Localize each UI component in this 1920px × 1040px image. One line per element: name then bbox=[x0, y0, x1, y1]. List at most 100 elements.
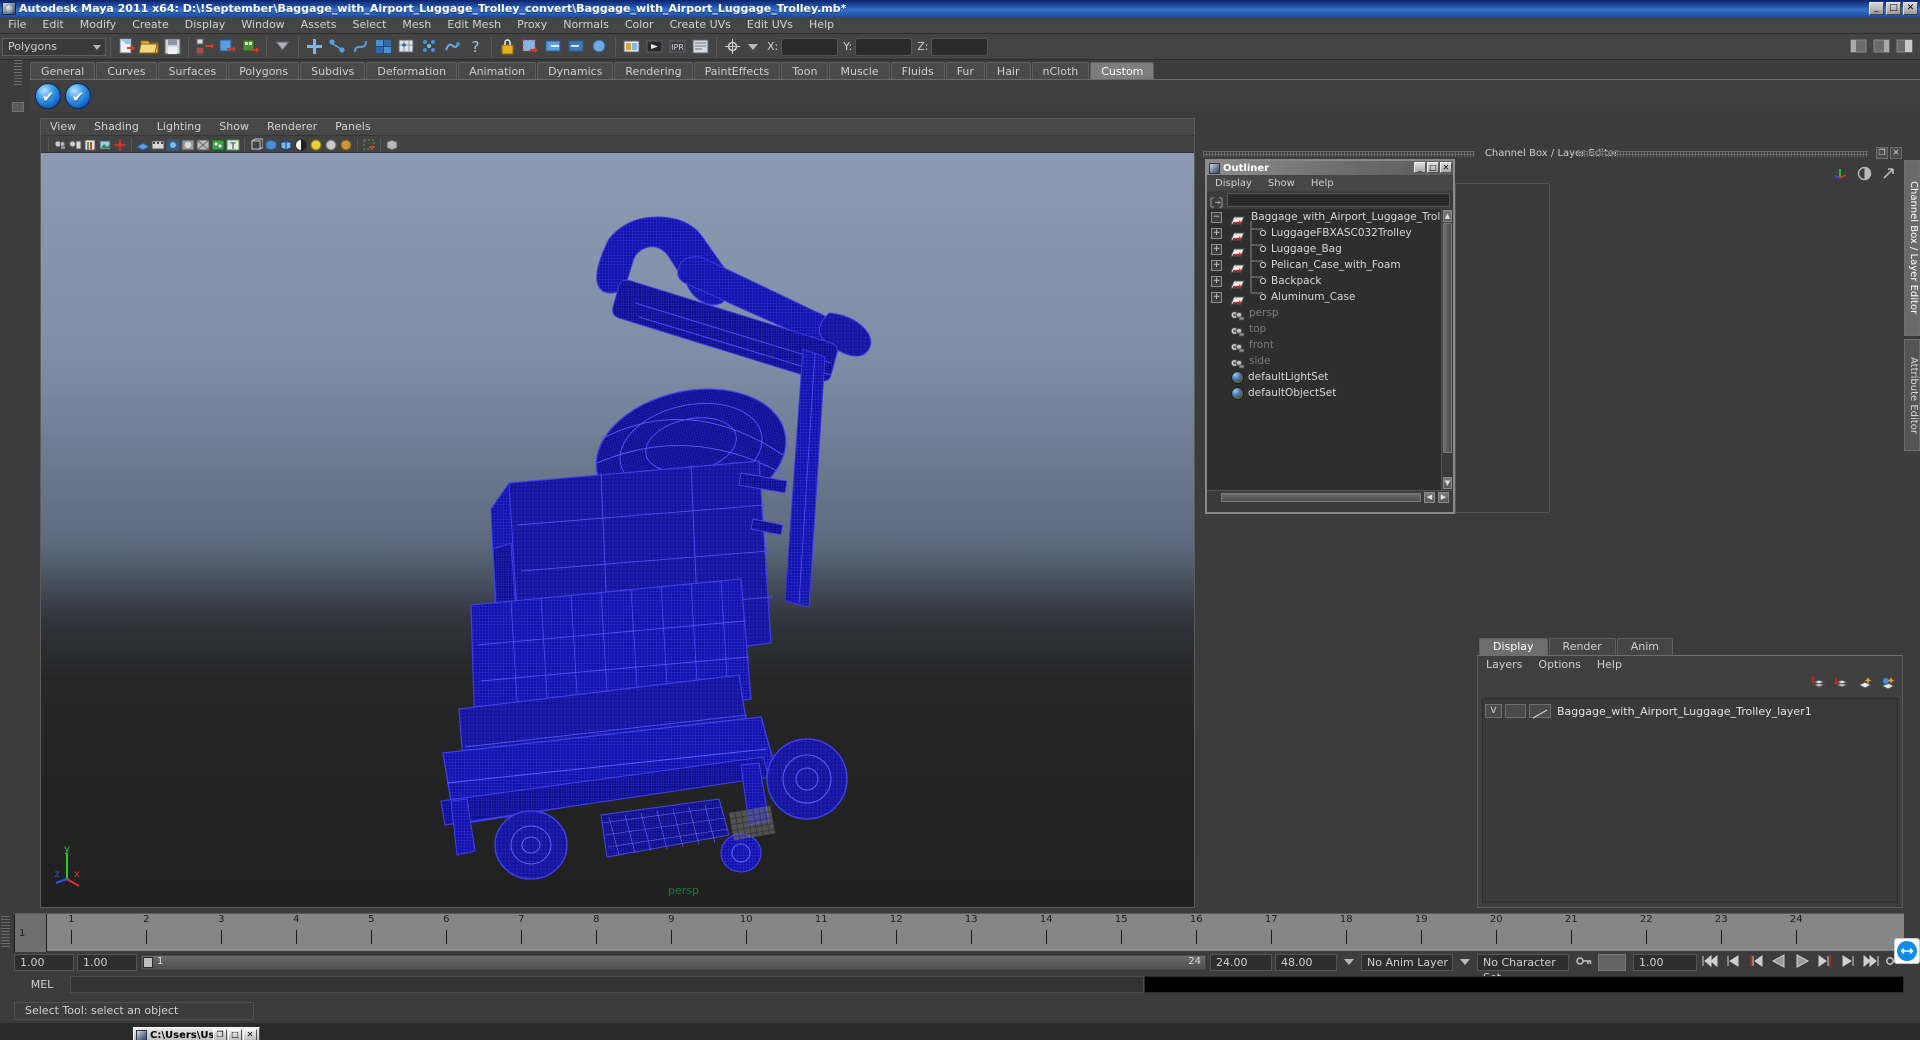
show-hide-channel-box-icon[interactable] bbox=[1894, 36, 1915, 57]
outliner-horizontal-scrollbar[interactable]: ◀ ▶ bbox=[1207, 490, 1453, 504]
outliner-item-default-light-set[interactable]: defaultLightSet bbox=[1207, 369, 1453, 385]
shelf-tab-hair[interactable]: Hair bbox=[985, 62, 1031, 80]
outliner-scroll-thumb[interactable] bbox=[1443, 223, 1452, 453]
dock-grip-right[interactable] bbox=[1578, 151, 1868, 157]
menu-window[interactable]: Window bbox=[233, 17, 292, 33]
wireframe-shading-icon[interactable] bbox=[249, 137, 264, 151]
snap-to-uv-icon[interactable] bbox=[396, 36, 417, 57]
grid-toggle-icon[interactable] bbox=[136, 137, 150, 151]
expander-collapse-icon[interactable]: − bbox=[1211, 211, 1222, 223]
shelf-tab-ncloth[interactable]: nCloth bbox=[1031, 62, 1090, 80]
make-live-icon[interactable] bbox=[419, 36, 440, 57]
current-time-field[interactable]: 1.00 bbox=[1633, 953, 1697, 971]
maximize-button[interactable]: □ bbox=[1886, 2, 1901, 15]
shelf-tab-surfaces[interactable]: Surfaces bbox=[157, 62, 228, 80]
show-hide-attribute-editor-icon[interactable] bbox=[1871, 36, 1892, 57]
outliner-close-button[interactable]: ✕ bbox=[1440, 162, 1452, 173]
shelf-tab-polygons[interactable]: Polygons bbox=[228, 62, 300, 80]
shelf-check-icon-2[interactable] bbox=[65, 82, 91, 109]
shelf-tab-fluids[interactable]: Fluids bbox=[890, 62, 945, 80]
xray-toggle-icon[interactable] bbox=[196, 137, 210, 151]
layer-type-toggle[interactable] bbox=[1505, 704, 1526, 718]
menu-assets[interactable]: Assets bbox=[293, 17, 345, 33]
menu-edit[interactable]: Edit bbox=[34, 17, 71, 33]
shelf-tab-grip[interactable] bbox=[14, 60, 22, 86]
key-icon[interactable] bbox=[1576, 953, 1592, 972]
range-start-field[interactable]: 1.00 bbox=[14, 953, 74, 971]
shelf-tab-fur[interactable]: Fur bbox=[945, 62, 985, 80]
isolate-select-icon[interactable] bbox=[362, 137, 376, 151]
select-camera-icon[interactable] bbox=[53, 137, 67, 151]
layer-visibility-toggle[interactable]: V bbox=[1485, 704, 1502, 718]
outliner-tree-list[interactable]: − Baggage_with_Airport_Luggage_Trolley +… bbox=[1207, 209, 1453, 490]
outliner-item-luggage-trolley[interactable]: + LuggageFBXASC032Trolley bbox=[1207, 225, 1453, 241]
taskbar-window-item[interactable]: C:\Users\Us... ❐ □ ✕ bbox=[133, 1027, 260, 1040]
teamviewer-badge[interactable] bbox=[1894, 938, 1920, 964]
menu-display[interactable]: Display bbox=[177, 17, 234, 33]
light-manipulator-icon[interactable] bbox=[181, 137, 195, 151]
construction-history-icon[interactable] bbox=[442, 36, 463, 57]
scroll-down-arrow-icon[interactable]: ▼ bbox=[1443, 477, 1452, 489]
animation-start-field[interactable]: 1.00 bbox=[77, 953, 137, 971]
shelf-tab-animation[interactable]: Animation bbox=[458, 62, 537, 80]
menu-create-uvs[interactable]: Create UVs bbox=[662, 17, 739, 33]
outliner-item-front-camera[interactable]: front bbox=[1207, 337, 1453, 353]
mel-command-output[interactable] bbox=[1144, 975, 1904, 993]
anim-layer-dropdown[interactable]: No Anim Layer bbox=[1361, 953, 1453, 971]
expander-expand-icon[interactable]: + bbox=[1211, 291, 1222, 303]
outliner-item-side-camera[interactable]: side bbox=[1207, 353, 1453, 369]
snap-to-curve-icon[interactable] bbox=[327, 36, 348, 57]
menu-color[interactable]: Color bbox=[617, 17, 662, 33]
outliner-item-aluminum-case[interactable]: + Aluminum_Case bbox=[1207, 289, 1453, 305]
shelf-tab-curves[interactable]: Curves bbox=[96, 62, 157, 80]
shelf-options-button[interactable] bbox=[12, 102, 24, 112]
expander-expand-icon[interactable]: + bbox=[1211, 259, 1222, 271]
render-region-icon[interactable] bbox=[520, 36, 541, 57]
layer-menu-help[interactable]: Help bbox=[1589, 657, 1630, 672]
vtab-channel-box-layer-editor[interactable]: Channel Box / Layer Editor bbox=[1904, 160, 1920, 336]
shelf-tab-dynamics[interactable]: Dynamics bbox=[537, 62, 614, 80]
transform-mode-chevron-icon[interactable] bbox=[748, 43, 758, 50]
tab-display[interactable]: Display bbox=[1479, 638, 1548, 655]
outliner-item-luggage-bag[interactable]: + Luggage_Bag bbox=[1207, 241, 1453, 257]
render-settings-icon[interactable] bbox=[690, 36, 711, 57]
outliner-item-pelican-case[interactable]: + Pelican_Case_with_Foam bbox=[1207, 257, 1453, 273]
layer-row[interactable]: V Baggage_with_Airport_Luggage_Trolley_l… bbox=[1485, 702, 1895, 720]
new-layer-icon[interactable] bbox=[1857, 675, 1873, 690]
shelf-tab-deformation[interactable]: Deformation bbox=[366, 62, 458, 80]
render-current-frame-icon[interactable] bbox=[644, 36, 665, 57]
move-layer-up-icon[interactable] bbox=[1810, 675, 1827, 690]
step-forward-frame-icon[interactable] bbox=[1838, 953, 1858, 971]
two-d-pan-zoom-icon[interactable] bbox=[113, 137, 127, 151]
taskbar-restore-button[interactable]: ❐ bbox=[213, 1029, 227, 1040]
menu-mesh[interactable]: Mesh bbox=[394, 17, 439, 33]
outliner-vertical-scrollbar[interactable]: ▲ ▼ bbox=[1441, 209, 1453, 490]
animation-end-field[interactable]: 48.00 bbox=[1275, 953, 1337, 971]
play-backwards-icon[interactable] bbox=[1769, 953, 1789, 971]
expander-expand-icon[interactable]: + bbox=[1211, 243, 1222, 255]
shelf-tab-custom[interactable]: Custom bbox=[1090, 62, 1155, 80]
outliner-menu-show[interactable]: Show bbox=[1260, 176, 1303, 191]
camera-attributes-icon[interactable] bbox=[68, 137, 82, 151]
dock-close-button[interactable]: ✕ bbox=[1890, 147, 1902, 159]
viewport-menu-lighting[interactable]: Lighting bbox=[148, 119, 210, 135]
expander-expand-icon[interactable]: + bbox=[1211, 227, 1222, 239]
selection-mode-dropdown[interactable]: Polygons bbox=[2, 37, 106, 56]
open-scene-icon[interactable] bbox=[138, 36, 160, 57]
layer-color-swatch[interactable] bbox=[1529, 704, 1551, 719]
new-scene-icon[interactable] bbox=[116, 36, 137, 57]
tab-render[interactable]: Render bbox=[1548, 638, 1616, 655]
snap-pivot-icon[interactable] bbox=[722, 36, 743, 57]
use-default-lighting-icon[interactable] bbox=[309, 137, 323, 151]
outliner-maximize-button[interactable]: □ bbox=[1427, 162, 1439, 173]
menu-normals[interactable]: Normals bbox=[555, 17, 617, 33]
menu-select[interactable]: Select bbox=[344, 17, 394, 33]
hscroll-left-arrow-icon[interactable]: ◀ bbox=[1424, 492, 1435, 503]
channel-box-arrow-icon[interactable] bbox=[1881, 166, 1896, 185]
outliner-item-baggage-root[interactable]: − Baggage_with_Airport_Luggage_Trolley bbox=[1207, 209, 1453, 225]
minimize-button[interactable]: _ bbox=[1869, 2, 1884, 15]
playback-end-field[interactable]: 24.00 bbox=[1210, 953, 1272, 971]
shelf-tab-rendering[interactable]: Rendering bbox=[614, 62, 693, 80]
textured-shading-icon[interactable] bbox=[294, 137, 308, 151]
snap-to-view-plane-icon[interactable] bbox=[373, 36, 394, 57]
